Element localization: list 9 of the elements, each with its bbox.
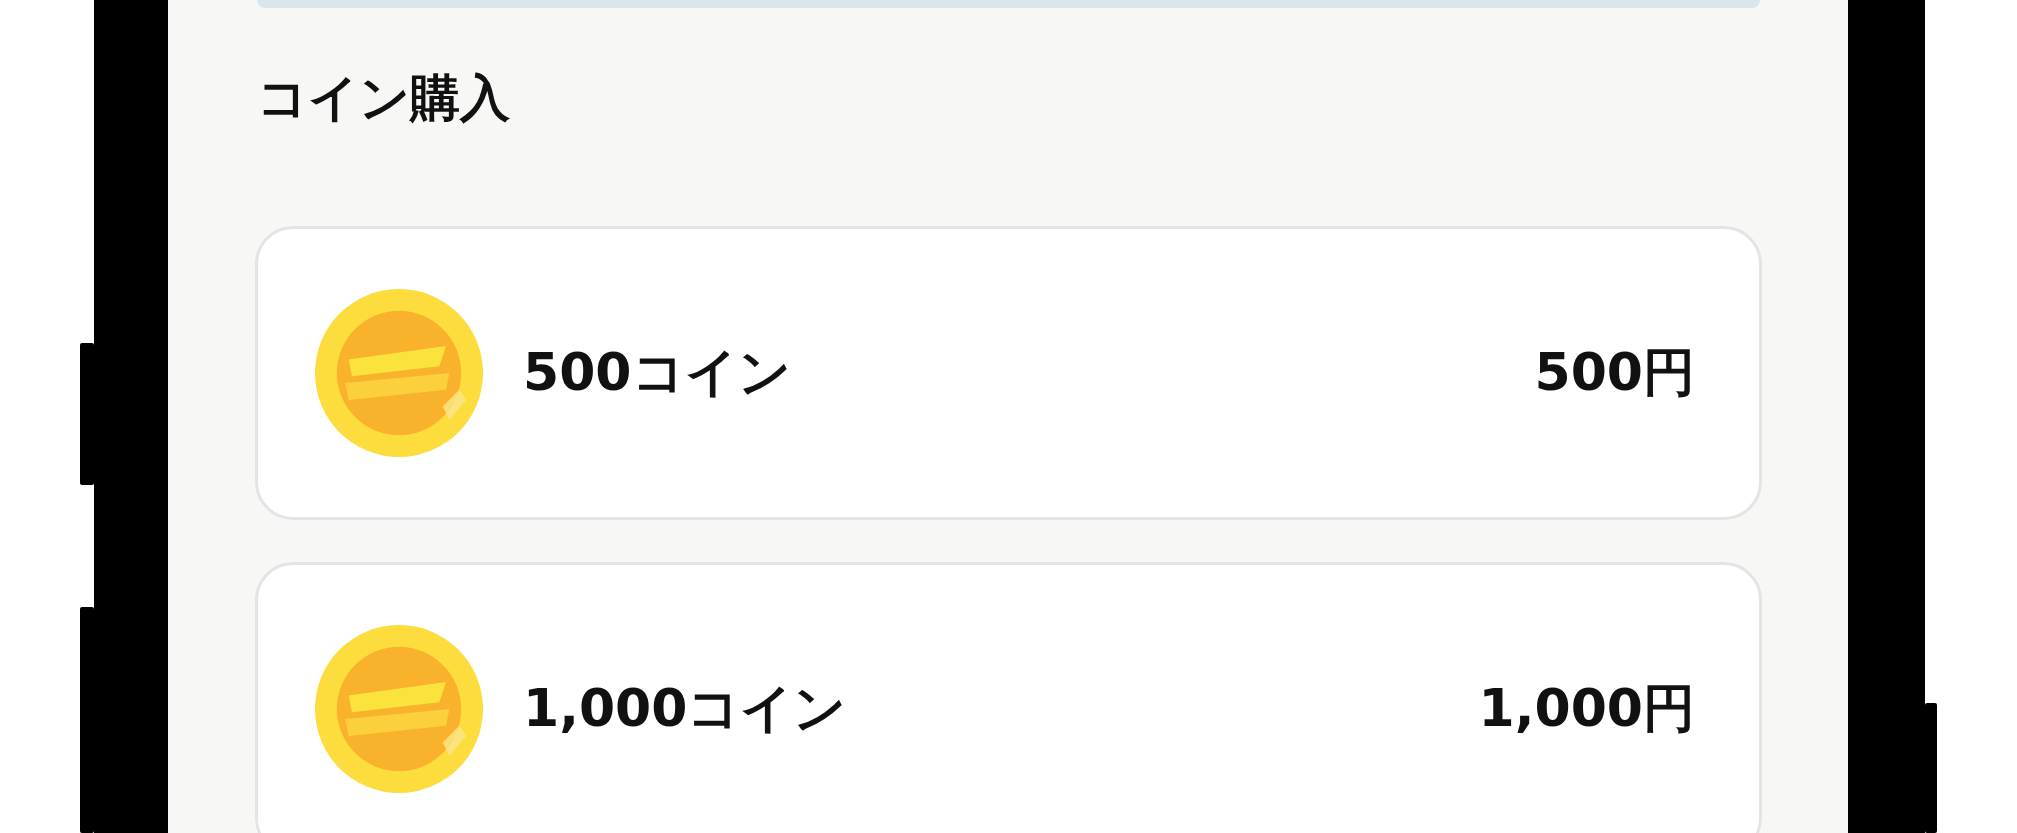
coin-package-card[interactable]: 1,000コイン 1,000円	[255, 562, 1762, 833]
coin-icon	[315, 289, 483, 457]
coin-icon	[315, 625, 483, 793]
coin-amount: 1,000コイン	[523, 677, 848, 740]
price-label: 500円	[1534, 341, 1695, 404]
coin-amount: 500コイン	[523, 341, 792, 404]
price-label: 1,000円	[1478, 677, 1695, 740]
coin-package-card[interactable]: 500コイン 500円	[255, 226, 1762, 520]
section-title: コイン購入	[257, 68, 511, 129]
